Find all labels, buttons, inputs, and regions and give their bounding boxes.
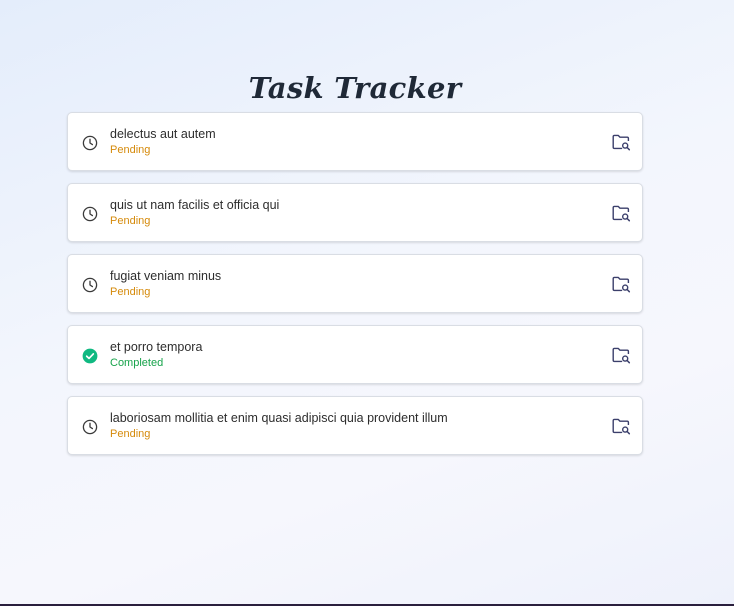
task-text: fugiat veniam minus Pending — [110, 268, 221, 300]
task-status: Pending — [110, 215, 151, 227]
task-text: quis ut nam facilis et officia qui Pendi… — [110, 197, 279, 229]
task-title: fugiat veniam minus — [110, 269, 222, 283]
task-item: fugiat veniam minus Pending — [67, 254, 643, 313]
clock-icon — [81, 276, 98, 293]
task-item: delectus aut autem Pending — [67, 112, 643, 171]
task-title: quis ut nam facilis et officia qui — [110, 198, 280, 212]
task-status: Pending — [110, 286, 151, 298]
folder-search-icon[interactable] — [611, 132, 631, 152]
folder-search-icon[interactable] — [611, 345, 631, 365]
task-text: et porro tempora Completed — [110, 339, 202, 371]
clock-icon — [81, 205, 98, 222]
task-list: delectus aut autem Pending quis ut nam f… — [67, 112, 643, 467]
task-status: Completed — [110, 357, 164, 369]
task-text: laboriosam mollitia et enim quasi adipis… — [110, 410, 448, 442]
task-text: delectus aut autem Pending — [110, 126, 216, 158]
folder-search-icon[interactable] — [611, 274, 631, 294]
folder-search-icon[interactable] — [611, 203, 631, 223]
clock-icon — [81, 134, 98, 151]
task-title: et porro tempora — [110, 340, 203, 354]
page-title: Task Tracker — [248, 71, 462, 106]
task-status: Pending — [110, 144, 151, 156]
folder-search-icon[interactable] — [611, 416, 631, 436]
task-title: delectus aut autem — [110, 127, 216, 141]
task-title: laboriosam mollitia et enim quasi adipis… — [110, 411, 448, 425]
clock-icon — [81, 418, 98, 435]
task-item: quis ut nam facilis et officia qui Pendi… — [67, 183, 643, 242]
check-circle-icon — [81, 347, 98, 364]
task-item: et porro tempora Completed — [67, 325, 643, 384]
task-item: laboriosam mollitia et enim quasi adipis… — [67, 396, 643, 455]
task-status: Pending — [110, 428, 151, 440]
